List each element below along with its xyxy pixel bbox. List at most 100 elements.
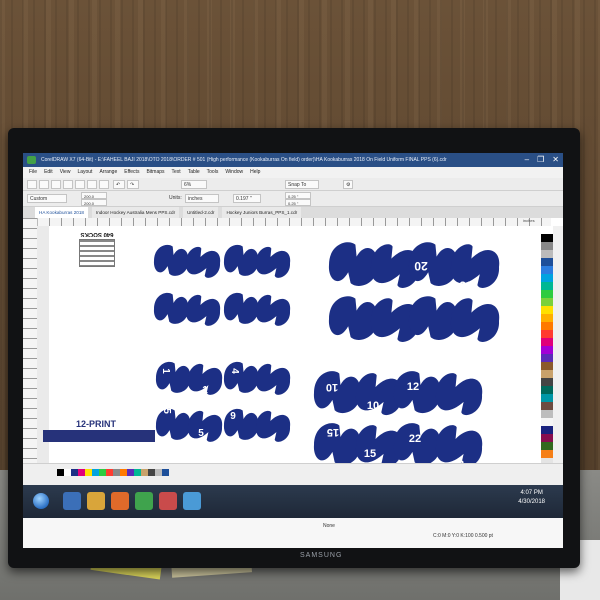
panel-number: 10 xyxy=(367,400,379,412)
sock-panel[interactable] xyxy=(187,410,223,442)
clock-date: 4/30/2018 xyxy=(518,499,545,505)
panel-number: 9 xyxy=(230,411,236,422)
palette-swatch[interactable] xyxy=(541,362,553,370)
sock-panel[interactable] xyxy=(223,292,259,324)
color-palette[interactable] xyxy=(541,226,553,463)
panel-number: 20 xyxy=(459,279,473,293)
palette-swatch[interactable] xyxy=(541,346,553,354)
document-swatch[interactable] xyxy=(92,469,99,476)
sock-panel[interactable] xyxy=(255,410,291,442)
start-button[interactable] xyxy=(33,493,49,509)
document-palette[interactable] xyxy=(57,469,169,476)
coreldraw-task-icon[interactable] xyxy=(135,492,153,510)
chrome-task-icon[interactable] xyxy=(183,492,201,510)
palette-swatch[interactable] xyxy=(541,410,553,418)
palette-swatch[interactable] xyxy=(541,394,553,402)
palette-swatch[interactable] xyxy=(541,306,553,314)
sock-panel[interactable] xyxy=(255,363,291,395)
palette-swatch[interactable] xyxy=(541,426,553,434)
document-swatch[interactable] xyxy=(106,469,113,476)
palette-swatch[interactable] xyxy=(541,282,553,290)
palette-swatch[interactable] xyxy=(541,330,553,338)
sock-panel[interactable] xyxy=(255,246,291,278)
panel-number: 10 xyxy=(326,381,338,393)
palette-swatch[interactable] xyxy=(541,266,553,274)
palette-swatch[interactable] xyxy=(541,226,553,234)
screen: CorelDRAW X7 (64-Bit) - E:\FAHEEL BAJI 2… xyxy=(23,153,563,548)
palette-swatch[interactable] xyxy=(541,386,553,394)
sock-panel[interactable] xyxy=(223,244,259,276)
palette-swatch[interactable] xyxy=(541,434,553,442)
palette-swatch[interactable] xyxy=(541,354,553,362)
sock-panel[interactable] xyxy=(155,361,191,393)
clock-time: 4:07 PM xyxy=(520,490,543,496)
ie-icon[interactable] xyxy=(63,492,81,510)
panel-number: 1 xyxy=(202,385,208,396)
palette-swatch[interactable] xyxy=(541,242,553,250)
palette-swatch[interactable] xyxy=(541,402,553,410)
app-task-icon[interactable] xyxy=(159,492,177,510)
sock-panel[interactable] xyxy=(328,296,378,340)
panel-number: 15 xyxy=(364,448,376,460)
sock-panel[interactable] xyxy=(185,246,221,278)
status-note: None xyxy=(323,523,335,529)
palette-swatch[interactable] xyxy=(541,442,553,450)
panel-number: 4 xyxy=(229,368,240,374)
sock-panel-artwork: 2020114455961010121215152222 xyxy=(153,242,500,463)
document-swatch[interactable] xyxy=(57,469,64,476)
status-bar xyxy=(23,463,563,486)
document-swatch[interactable] xyxy=(64,469,71,476)
palette-swatch[interactable] xyxy=(541,418,553,426)
sock-panel[interactable] xyxy=(450,244,500,288)
panel-number: 15 xyxy=(327,426,339,438)
panel-number: 12 xyxy=(449,408,461,420)
palette-swatch[interactable] xyxy=(541,290,553,298)
panel-number: 5 xyxy=(161,408,172,414)
folder-icon[interactable] xyxy=(87,492,105,510)
windows-taskbar: 4:07 PM 4/30/2018 xyxy=(23,485,563,518)
palette-swatch[interactable] xyxy=(541,250,553,258)
panel-number: 5 xyxy=(198,428,204,439)
palette-swatch[interactable] xyxy=(541,322,553,330)
document-swatch[interactable] xyxy=(85,469,92,476)
panel-number: 1 xyxy=(160,368,171,374)
document-swatch[interactable] xyxy=(148,469,155,476)
document-swatch[interactable] xyxy=(155,469,162,476)
palette-swatch[interactable] xyxy=(541,370,553,378)
document-swatch[interactable] xyxy=(71,469,78,476)
fill-color-readout: C:0 M:0 Y:0 K:100 0.500 pt xyxy=(433,533,493,539)
vertical-scrollbar[interactable] xyxy=(553,226,563,463)
sock-panel[interactable] xyxy=(185,294,221,326)
sock-panel[interactable] xyxy=(223,361,259,393)
media-icon[interactable] xyxy=(111,492,129,510)
document-swatch[interactable] xyxy=(127,469,134,476)
document-swatch[interactable] xyxy=(113,469,120,476)
sock-panel[interactable] xyxy=(153,292,189,324)
document-swatch[interactable] xyxy=(134,469,141,476)
sock-panel[interactable] xyxy=(153,244,189,276)
sock-panel[interactable] xyxy=(328,242,378,286)
sock-panel[interactable] xyxy=(408,296,458,340)
sock-panel[interactable] xyxy=(435,425,483,463)
document-swatch[interactable] xyxy=(141,469,148,476)
document-swatch[interactable] xyxy=(78,469,85,476)
palette-swatch[interactable] xyxy=(541,258,553,266)
document-swatch[interactable] xyxy=(120,469,127,476)
palette-swatch[interactable] xyxy=(541,338,553,346)
sock-panel[interactable] xyxy=(223,408,259,440)
palette-swatch[interactable] xyxy=(541,298,553,306)
palette-swatch[interactable] xyxy=(541,450,553,458)
screen-lower-area: None C:0 M:0 Y:0 K:100 0.500 pt xyxy=(23,518,563,548)
panel-number: 20 xyxy=(414,259,428,273)
sock-panel[interactable] xyxy=(450,298,500,342)
palette-swatch[interactable] xyxy=(541,234,553,242)
palette-swatch[interactable] xyxy=(541,274,553,282)
taskbar-clock[interactable]: 4:07 PM 4/30/2018 xyxy=(518,489,545,507)
sock-panel[interactable] xyxy=(255,294,291,326)
palette-swatch[interactable] xyxy=(541,314,553,322)
palette-swatch[interactable] xyxy=(541,378,553,386)
print-label: 12-PRINT xyxy=(76,419,117,429)
panel-number: 6 xyxy=(266,437,272,448)
document-swatch[interactable] xyxy=(99,469,106,476)
document-swatch[interactable] xyxy=(162,469,169,476)
